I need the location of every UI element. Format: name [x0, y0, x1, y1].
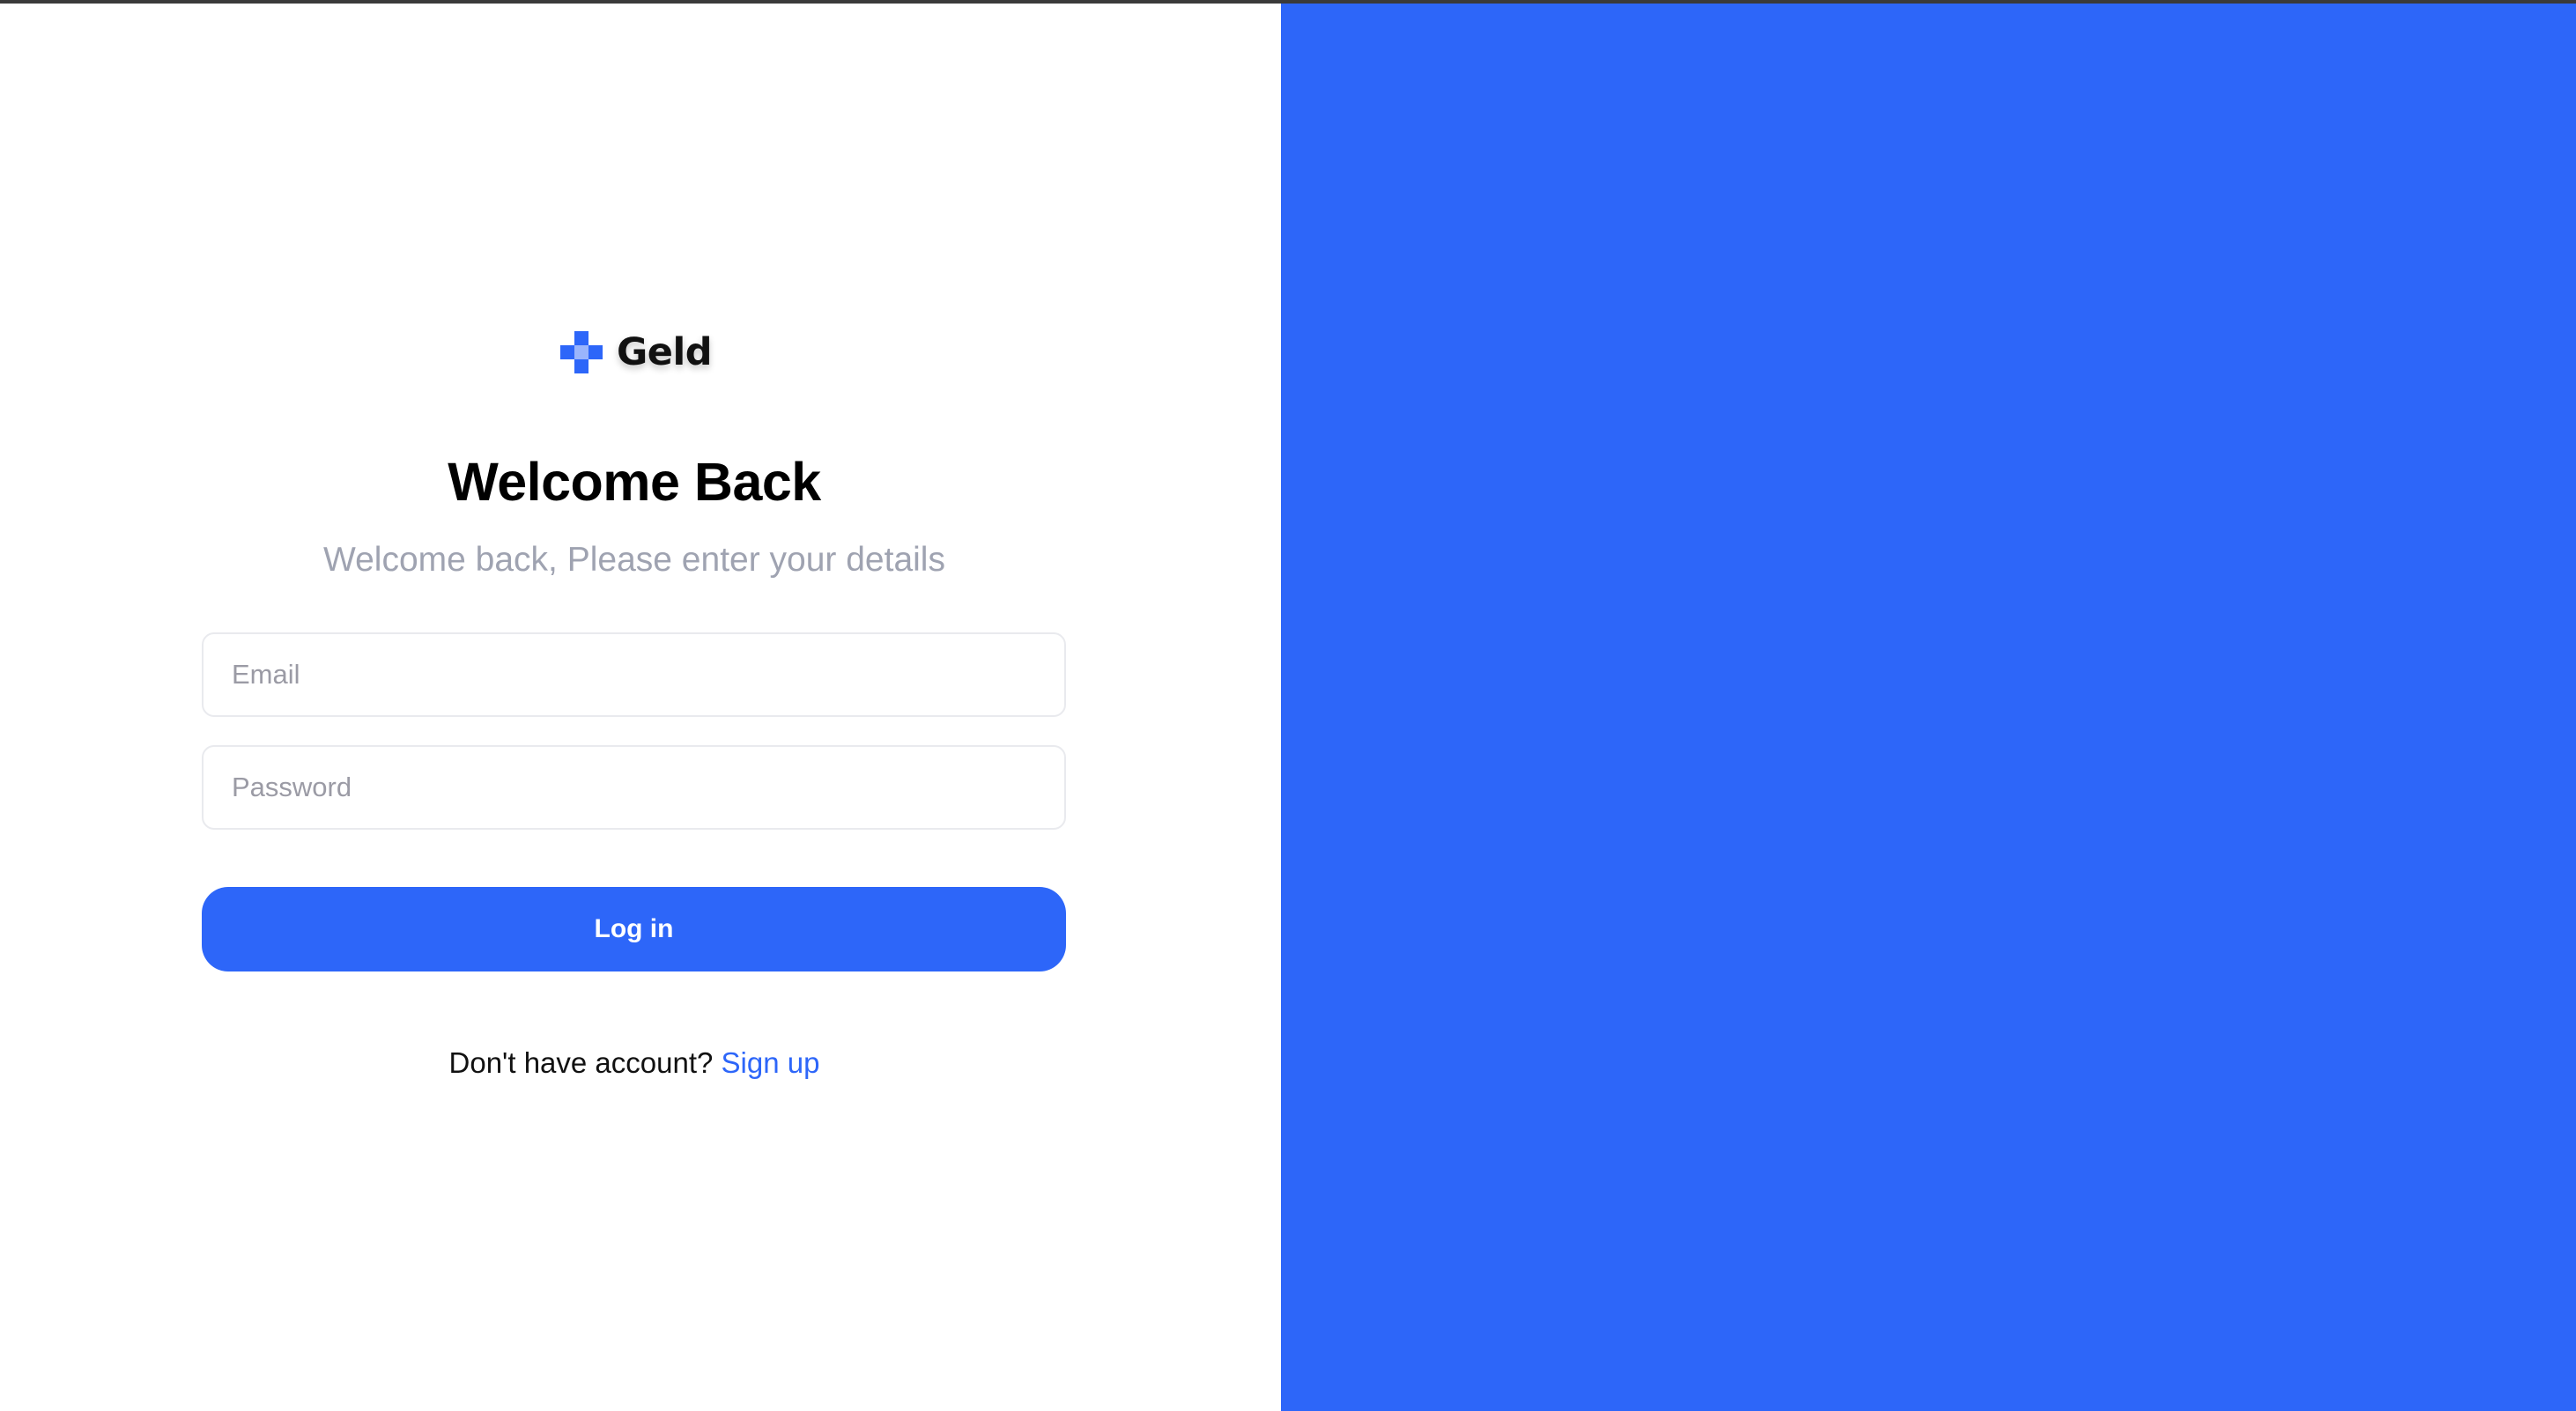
brand-name: Geld [617, 330, 712, 374]
password-field[interactable] [202, 745, 1066, 830]
login-button[interactable]: Log in [202, 887, 1066, 971]
signup-prompt-text: Don't have account? [448, 1046, 722, 1079]
page-subtitle: Welcome back, Please enter your details [323, 541, 945, 579]
email-field[interactable] [202, 632, 1066, 717]
login-form-panel: Geld Welcome Back Welcome back, Please e… [0, 4, 1281, 1411]
brand-color-panel [1281, 4, 2576, 1411]
page-title: Welcome Back [448, 452, 821, 512]
signup-link[interactable]: Sign up [722, 1046, 820, 1079]
login-page: Geld Welcome Back Welcome back, Please e… [0, 0, 2576, 1411]
signup-prompt-row: Don't have account? Sign up [0, 1043, 1269, 1083]
brand-header: Geld [560, 329, 712, 376]
checkered-cross-logo-icon [560, 331, 603, 373]
